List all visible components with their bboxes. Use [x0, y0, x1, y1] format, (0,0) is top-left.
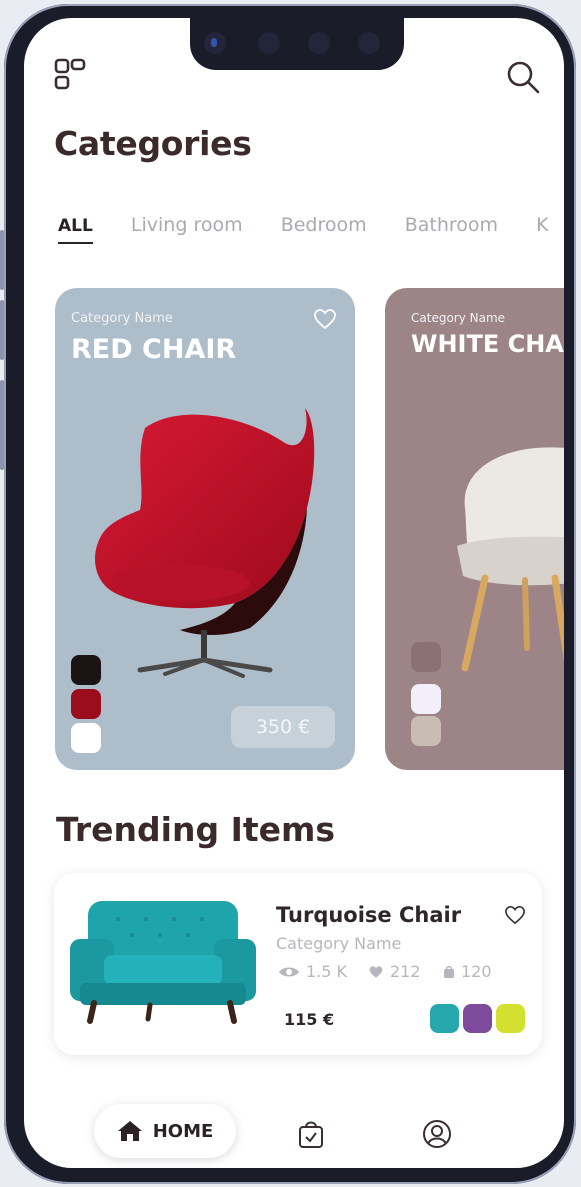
shopping-bag-icon[interactable] — [298, 1119, 324, 1153]
color-swatch[interactable] — [430, 1004, 459, 1033]
white-chair-image — [445, 428, 564, 692]
heart-icon[interactable] — [504, 905, 526, 929]
sensor-dot — [308, 32, 330, 54]
red-egg-chair-image — [85, 398, 325, 692]
heart-filled-icon — [369, 965, 383, 978]
color-swatch[interactable] — [71, 689, 101, 719]
menu-grid-icon[interactable] — [54, 58, 88, 96]
views-stat: 1.5 K — [278, 962, 347, 981]
orders-count: 120 — [461, 962, 492, 981]
color-swatch[interactable] — [411, 684, 441, 714]
likes-stat: 212 — [368, 962, 421, 981]
side-button — [0, 380, 4, 470]
color-swatch[interactable] — [71, 723, 101, 753]
heart-icon[interactable] — [313, 308, 337, 334]
section-title-trending: Trending Items — [56, 810, 336, 849]
phone-frame: Categories ALL Living room Bedroom Bathr… — [4, 4, 576, 1184]
sensor-dot — [358, 32, 380, 54]
nav-home-button[interactable]: HOME — [94, 1104, 236, 1158]
tab-bedroom[interactable]: Bedroom — [281, 214, 367, 242]
turquoise-chair-image — [70, 897, 256, 1029]
trending-item-card[interactable]: Turquoise Chair Category Name 1.5 K 212 — [54, 873, 542, 1055]
card-category-label: Category Name — [71, 311, 173, 326]
tab-partial[interactable]: K — [536, 214, 548, 242]
profile-icon[interactable] — [422, 1119, 452, 1153]
camera-lens — [204, 32, 226, 54]
color-swatch[interactable] — [496, 1004, 525, 1033]
sensor-dot — [258, 32, 280, 54]
app-screen: Categories ALL Living room Bedroom Bathr… — [24, 18, 564, 1168]
eye-icon — [279, 967, 299, 976]
volume-button — [0, 230, 4, 290]
card-product-name: WHITE CHAI — [411, 330, 564, 358]
color-swatch[interactable] — [463, 1004, 492, 1033]
product-card-red-chair[interactable]: Category Name RED CHAIR 350 € — [55, 288, 355, 770]
trending-item-price: 115 € — [284, 1010, 335, 1029]
page-title: Categories — [54, 124, 252, 163]
search-icon[interactable] — [505, 59, 541, 99]
likes-count: 212 — [390, 962, 421, 981]
color-swatch[interactable] — [71, 655, 101, 685]
volume-button — [0, 300, 4, 360]
color-swatch[interactable] — [411, 642, 441, 672]
nav-home-label: HOME — [152, 1120, 214, 1142]
trending-item-category: Category Name — [276, 934, 402, 953]
home-icon — [117, 1121, 142, 1141]
views-count: 1.5 K — [306, 962, 348, 981]
card-product-name: RED CHAIR — [71, 334, 237, 365]
tab-living-room[interactable]: Living room — [131, 214, 243, 242]
card-category-label: Category Name — [411, 311, 506, 325]
trending-item-name: Turquoise Chair — [276, 903, 462, 927]
camera-notch — [190, 18, 404, 70]
product-card-white-chair[interactable]: Category Name WHITE CHAI — [385, 288, 564, 770]
tab-all[interactable]: ALL — [58, 216, 93, 244]
card-price: 350 € — [231, 706, 335, 748]
color-swatch[interactable] — [411, 716, 441, 746]
orders-stat: 120 — [443, 962, 492, 981]
bag-icon — [444, 965, 454, 978]
category-tabs: ALL Living room Bedroom Bathroom K — [58, 214, 564, 244]
tab-bathroom[interactable]: Bathroom — [405, 214, 498, 242]
